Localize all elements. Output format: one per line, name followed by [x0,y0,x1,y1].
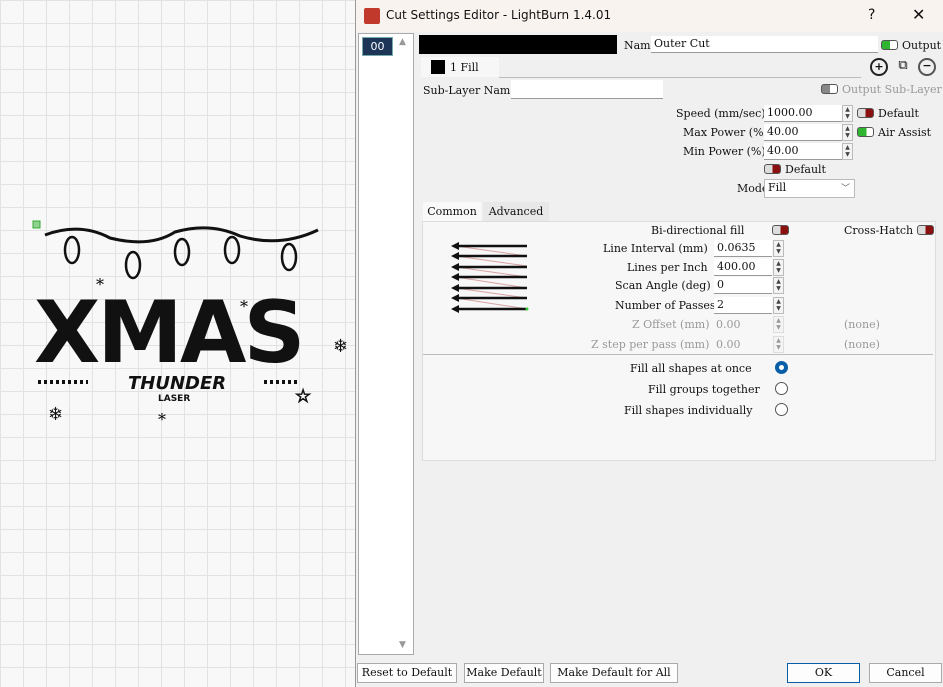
sublayer-name-label: Sub-Layer Name [423,84,517,97]
lines-per-inch-spinner[interactable]: ▲ ▼ [773,259,784,276]
max-power-label: Max Power (%) [683,126,768,139]
z-offset-spinner: ▲ ▼ [773,316,784,333]
air-assist-label: Air Assist [878,126,932,139]
remove-sublayer-icon[interactable]: − [918,58,936,76]
z-step-note: (none) [844,338,880,351]
output-label: Output [902,39,942,52]
tab-advanced[interactable]: Advanced [483,202,549,221]
speed-input[interactable]: 1000.00 [764,105,842,122]
z-step-label: Z step per pass (mm) [591,338,710,351]
mode-value: Fill [768,181,787,194]
layer-list[interactable]: 00 ▲ ▼ [358,33,414,655]
help-button[interactable]: ? [868,7,875,23]
output-toggle[interactable] [881,40,898,50]
svg-text:*: * [158,410,166,429]
sublayer-tab-label: 1 Fill [450,61,479,74]
power-default-toggle[interactable] [764,164,781,174]
design-canvas[interactable]: XMAS THUNDER LASER ❄ ❄ ☆ * * * [0,0,355,687]
layer-item-00[interactable]: 00 [362,37,393,56]
scan-angle-label: Scan Angle (deg) [615,279,711,292]
line-interval-spinner[interactable]: ▲ ▼ [773,240,784,257]
chevron-down-icon: ﹀ [840,184,850,194]
bidirectional-fill-toggle[interactable] [772,225,789,235]
scroll-down-arrow[interactable]: ▼ [399,640,406,650]
scan-angle-input[interactable]: 0 [714,277,772,294]
min-power-spinner[interactable]: ▲ ▼ [842,143,853,160]
mode-select[interactable]: Fill ﹀ [764,179,855,198]
svg-text:THUNDER: THUNDER [128,373,226,394]
sublayer-tab[interactable]: 1 Fill [421,57,499,77]
z-step-spinner: ▲ ▼ [773,336,784,353]
line-interval-input[interactable]: 0.0635 [714,240,772,257]
make-default-button[interactable]: Make Default [464,663,544,683]
tab-divider [499,77,861,78]
speed-default-label: Default [878,107,919,120]
min-power-label: Min Power (%) [683,145,766,158]
air-assist-toggle[interactable] [857,127,874,137]
selection-handle [32,220,41,229]
fill-individually-radio[interactable] [775,403,788,416]
speed-default-toggle[interactable] [857,108,874,118]
number-of-passes-label: Number of Passes [615,299,716,312]
speed-spinner[interactable]: ▲ ▼ [842,105,853,122]
bidirectional-fill-label: Bi-directional fill [651,224,745,237]
fill-individually-label: Fill shapes individually [624,404,753,417]
window-title: Cut Settings Editor - LightBurn 1.4.01 [386,8,612,22]
max-power-input[interactable]: 40.00 [764,124,842,141]
fill-groups-label: Fill groups together [648,383,760,396]
scroll-up-arrow[interactable]: ▲ [399,37,406,47]
output-sublayer-toggle[interactable] [821,84,838,94]
reset-to-default-button[interactable]: Reset to Default [357,663,457,683]
lines-per-inch-input[interactable]: 400.00 [714,259,772,276]
max-power-spinner[interactable]: ▲ ▼ [842,124,853,141]
tab-common[interactable]: Common [423,202,481,221]
sublayer-name-input[interactable] [511,80,663,99]
close-button[interactable]: ✕ [912,5,925,24]
output-sublayer-label: Output Sub-Layer [842,83,942,96]
crosshatch-toggle[interactable] [917,225,934,235]
fill-preview-icon [451,242,529,313]
svg-text:*: * [96,275,104,294]
ok-button[interactable]: OK [787,663,860,683]
cut-settings-dialog: Cut Settings Editor - LightBurn 1.4.01 ?… [355,0,943,687]
layer-color-swatch[interactable] [419,35,617,54]
svg-text:❄: ❄ [48,404,63,425]
z-step-input: 0.00 [716,338,741,351]
lightburn-logo-icon [364,8,380,24]
svg-text:☆: ☆ [295,386,311,407]
make-default-for-all-button[interactable]: Make Default for All [550,663,678,683]
line-interval-label: Line Interval (mm) [603,242,708,255]
power-default-label: Default [785,163,826,176]
z-offset-note: (none) [844,318,880,331]
fill-groups-radio[interactable] [775,382,788,395]
min-power-input[interactable]: 40.00 [764,143,842,160]
design-title: XMAS [34,283,302,383]
title-bar: Cut Settings Editor - LightBurn 1.4.01 ?… [356,0,943,32]
scan-angle-spinner[interactable]: ▲ ▼ [773,277,784,294]
copy-sublayer-icon[interactable]: ⧉ [894,58,912,76]
divider [423,354,933,355]
fill-all-shapes-radio[interactable] [775,361,788,374]
speed-label: Speed (mm/sec) [676,107,766,120]
number-of-passes-spinner[interactable]: ▲ ▼ [773,297,784,314]
sublayer-color-swatch [431,60,445,74]
name-input[interactable]: Outer Cut [651,36,878,53]
z-offset-input: 0.00 [716,318,741,331]
svg-text:LASER: LASER [158,394,190,404]
xmas-design-artwork: XMAS THUNDER LASER ❄ ❄ ☆ * * * [32,220,348,429]
lines-per-inch-label: Lines per Inch [627,261,708,274]
crosshatch-label: Cross-Hatch [844,224,914,237]
add-sublayer-icon[interactable]: + [870,58,888,76]
z-offset-label: Z Offset (mm) [632,318,710,331]
fill-all-shapes-label: Fill all shapes at once [630,362,752,375]
number-of-passes-input[interactable]: 2 [714,297,772,314]
svg-text:❄: ❄ [333,336,348,357]
svg-text:*: * [240,297,248,316]
cancel-button[interactable]: Cancel [869,663,942,683]
